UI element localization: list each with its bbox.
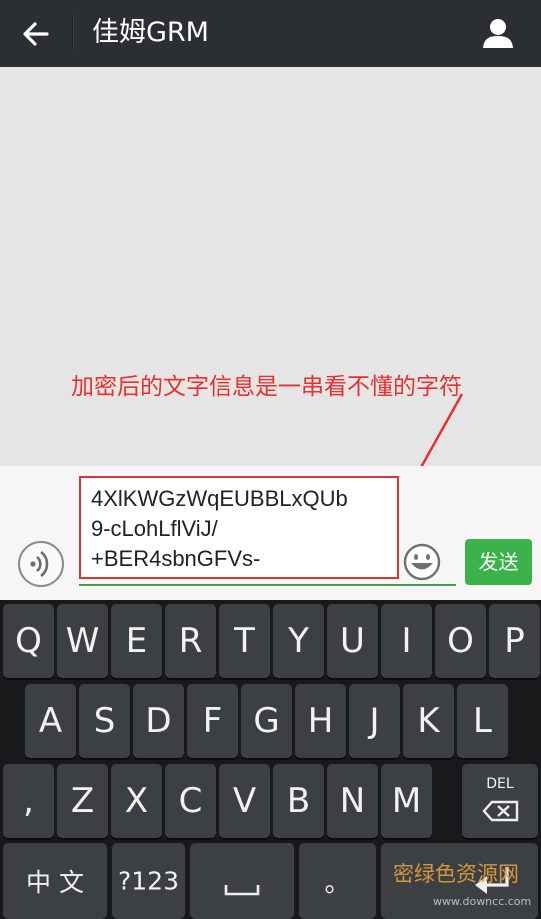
- delete-key-label: DEL: [486, 776, 514, 792]
- space-bar-icon: [224, 885, 260, 896]
- language-key-label: 中 文: [26, 868, 84, 897]
- key-o-label: O: [447, 621, 474, 661]
- key-m-label: M: [391, 781, 422, 821]
- key-e[interactable]: E: [111, 604, 162, 678]
- key-w[interactable]: W: [57, 604, 108, 678]
- key-q[interactable]: Q: [3, 604, 54, 678]
- key-u[interactable]: U: [327, 604, 378, 678]
- key-a-label: A: [38, 701, 63, 741]
- key-r-label: R: [178, 621, 203, 661]
- backspace-icon: [482, 800, 519, 822]
- chat-title: 佳姆GRM: [92, 17, 209, 48]
- key-m[interactable]: M: [381, 764, 432, 838]
- emoji-button[interactable]: [402, 542, 442, 582]
- key-l-label: L: [473, 701, 492, 741]
- key-k[interactable]: K: [403, 684, 454, 758]
- key-d-label: D: [145, 701, 172, 741]
- key-i[interactable]: I: [381, 604, 432, 678]
- voice-wave-icon: [30, 550, 49, 578]
- header-divider: [72, 14, 74, 50]
- input-bar: 4XlKWGzWqEUBBLxQUb 9-cLohLflViJ/ +BER4sb…: [0, 466, 541, 600]
- key-t-label: T: [234, 621, 255, 661]
- key-p[interactable]: P: [489, 604, 540, 678]
- key-f-label: F: [202, 701, 223, 741]
- key-b-label: B: [286, 781, 311, 821]
- key-h-label: H: [307, 701, 334, 741]
- key-t[interactable]: T: [219, 604, 270, 678]
- key-y[interactable]: Y: [273, 604, 324, 678]
- key-a[interactable]: A: [25, 684, 76, 758]
- key-o[interactable]: O: [435, 604, 486, 678]
- smiley-icon: [403, 543, 441, 581]
- input-underline: [79, 584, 456, 586]
- message-input[interactable]: 4XlKWGzWqEUBBLxQUb 9-cLohLflViJ/ +BER4sb…: [79, 476, 399, 579]
- key-i-label: I: [401, 621, 412, 661]
- key-e-label: E: [125, 621, 148, 661]
- send-button[interactable]: 发送: [465, 539, 532, 585]
- key-n-label: N: [339, 781, 366, 821]
- key-u-label: U: [340, 621, 365, 661]
- key-k-label: K: [417, 701, 440, 741]
- symbols-key-label: ?123: [118, 866, 179, 896]
- key-b[interactable]: B: [273, 764, 324, 838]
- period-key-label: 。: [324, 868, 351, 899]
- key-j[interactable]: J: [349, 684, 400, 758]
- chat-area: [0, 67, 541, 466]
- key-s-label: S: [93, 701, 116, 741]
- key-c-label: C: [178, 781, 203, 821]
- key-z[interactable]: Z: [57, 764, 108, 838]
- watermark-url: www.downcc.com: [433, 895, 532, 908]
- key-comma-label: ,: [23, 781, 34, 821]
- key-x-label: X: [124, 781, 149, 821]
- watermark-text: 密绿色资源网: [393, 862, 519, 886]
- key-v[interactable]: V: [219, 764, 270, 838]
- key-n[interactable]: N: [327, 764, 378, 838]
- key-h[interactable]: H: [295, 684, 346, 758]
- back-button[interactable]: [16, 14, 56, 54]
- arrow-left-icon: [23, 22, 49, 46]
- key-x[interactable]: X: [111, 764, 162, 838]
- key-l[interactable]: L: [457, 684, 508, 758]
- key-c[interactable]: C: [165, 764, 216, 838]
- voice-button[interactable]: [18, 541, 64, 587]
- key-g-label: G: [253, 701, 280, 741]
- space-key[interactable]: [190, 843, 294, 919]
- key-j-label: J: [369, 701, 380, 741]
- delete-key[interactable]: DEL: [462, 764, 538, 838]
- top-bar: 佳姆GRM: [0, 0, 541, 67]
- profile-button[interactable]: [476, 12, 520, 56]
- key-z-label: Z: [70, 781, 95, 821]
- key-g[interactable]: G: [241, 684, 292, 758]
- language-key[interactable]: 中 文: [3, 843, 107, 919]
- user-icon: [483, 19, 513, 48]
- message-input-text: 4XlKWGzWqEUBBLxQUb 9-cLohLflViJ/ +BER4sb…: [91, 486, 348, 571]
- symbols-key[interactable]: ?123: [112, 843, 185, 919]
- key-p-label: P: [504, 621, 525, 661]
- key-v-label: V: [232, 781, 257, 821]
- key-comma[interactable]: ,: [3, 764, 54, 838]
- key-f[interactable]: F: [187, 684, 238, 758]
- key-y-label: Y: [288, 621, 309, 661]
- annotation-text: 加密后的文字信息是一串看不懂的字符: [71, 374, 462, 400]
- key-s[interactable]: S: [79, 684, 130, 758]
- period-key[interactable]: 。: [299, 843, 376, 919]
- key-r[interactable]: R: [165, 604, 216, 678]
- key-d[interactable]: D: [133, 684, 184, 758]
- key-w-label: W: [65, 621, 100, 661]
- key-q-label: Q: [15, 621, 42, 661]
